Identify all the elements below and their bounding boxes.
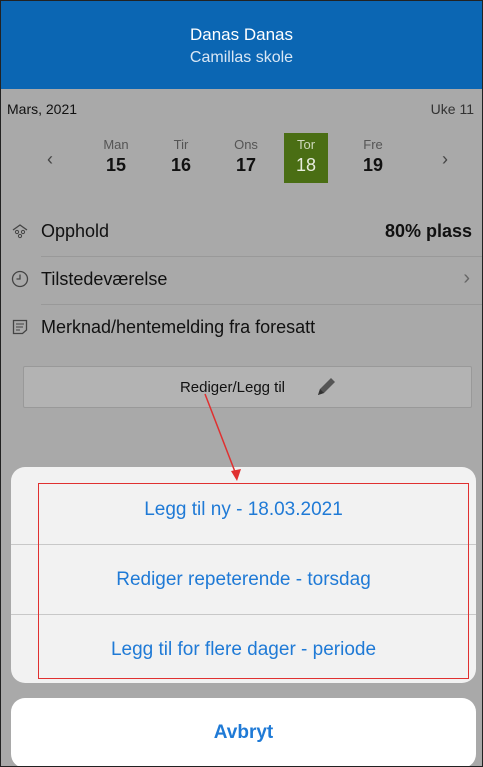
app-screen: Danas Danas Camillas skole Mars, 2021 Uk… [0, 0, 483, 767]
cancel-button[interactable]: Avbryt [11, 698, 476, 766]
annotation-arrow [204, 393, 241, 481]
